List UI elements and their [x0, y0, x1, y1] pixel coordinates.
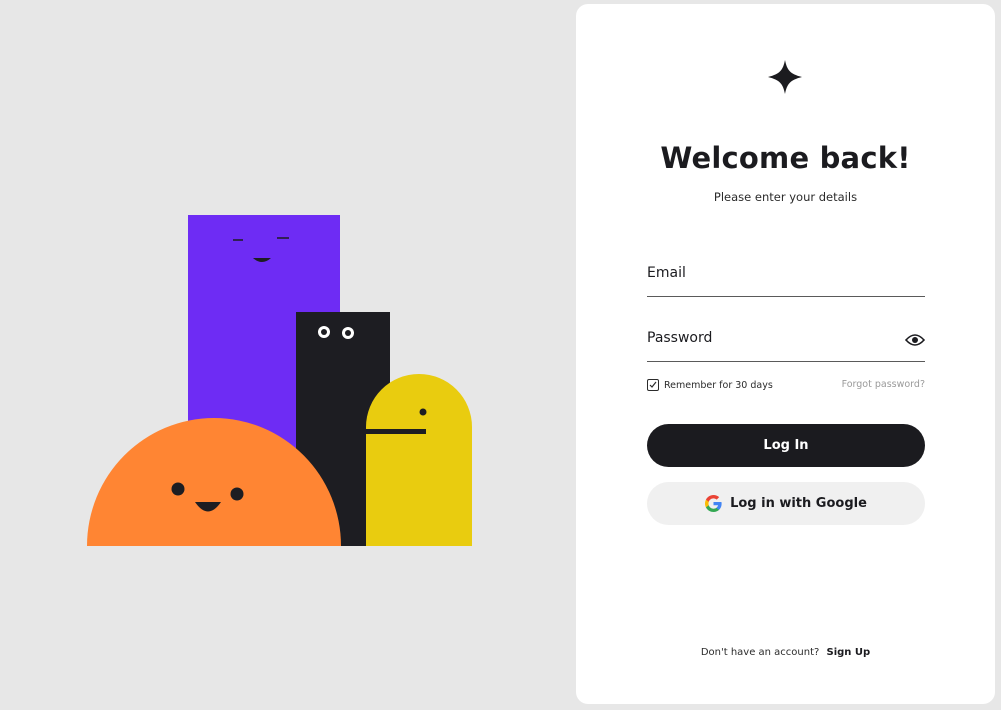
login-button[interactable]: Log In [647, 424, 925, 467]
checkmark-icon [649, 381, 657, 388]
page-subtitle: Please enter your details [713, 190, 858, 204]
email-field [647, 260, 925, 297]
yellow-character [366, 374, 472, 546]
signup-prompt: Don't have an account? [700, 647, 820, 658]
yellow-character-eye [419, 408, 427, 416]
password-field [647, 325, 925, 362]
illustration-pane [0, 0, 576, 710]
checkbox-box[interactable] [647, 379, 659, 391]
signup-link[interactable]: Sign Up [827, 647, 871, 658]
google-login-button[interactable]: Log in with Google [647, 482, 925, 525]
orange-character-eye-right [230, 487, 244, 501]
remember-me-checkbox[interactable]: Remember for 30 days [647, 378, 773, 392]
remember-me-label: Remember for 30 days [664, 379, 773, 391]
google-g-icon [705, 495, 722, 512]
email-input[interactable] [647, 260, 887, 286]
sparkle-logo-icon [768, 60, 802, 94]
characters-illustration [87, 215, 472, 546]
password-input[interactable] [647, 325, 887, 351]
yellow-character-mouth [366, 429, 426, 434]
eye-icon[interactable] [905, 333, 925, 347]
signup-row: Don't have an account? Sign Up [576, 647, 995, 658]
orange-character-eye-left [171, 482, 185, 496]
login-card: Welcome back! Please enter your details … [576, 4, 995, 704]
google-button-label: Log in with Google [730, 496, 867, 511]
page-title: Welcome back! [660, 141, 911, 175]
forgot-password-link[interactable]: Forgot password? [842, 379, 925, 390]
